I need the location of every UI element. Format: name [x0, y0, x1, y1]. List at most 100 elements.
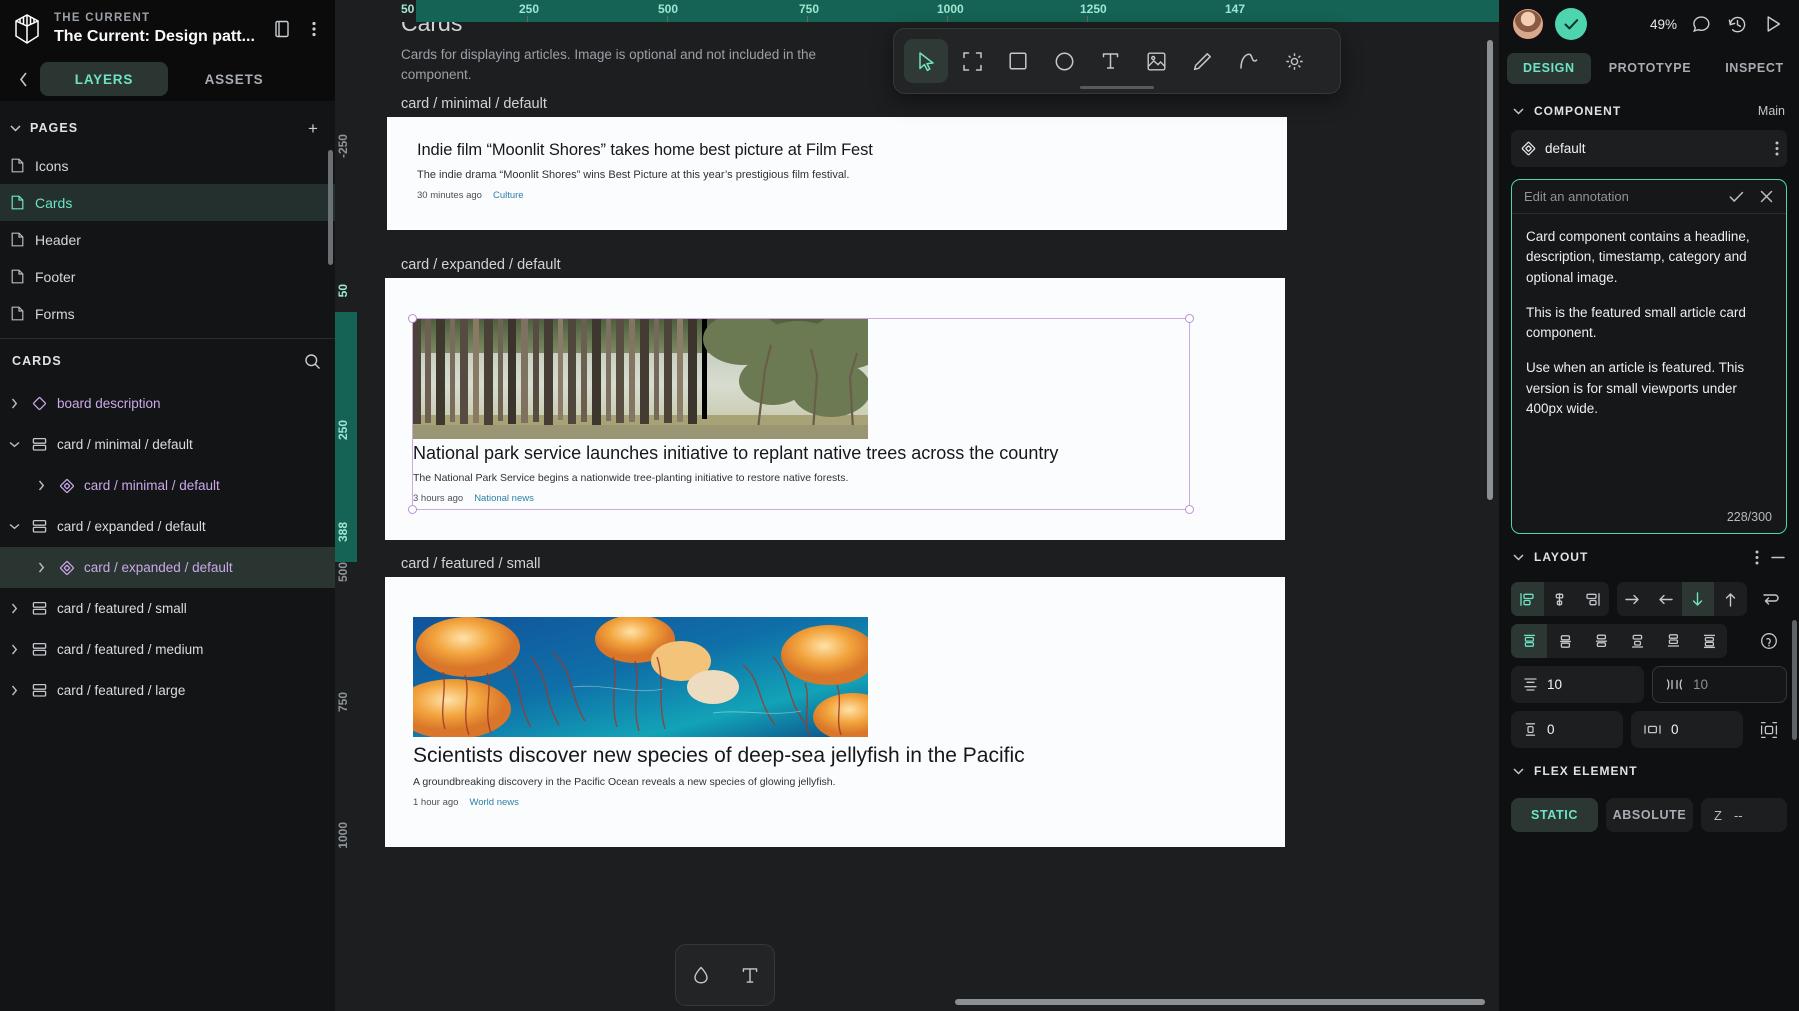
present-play-icon[interactable] — [1761, 12, 1785, 36]
canvas-viewport[interactable]: Cards Cards for displaying articles. Ima… — [335, 22, 1499, 1011]
page-item-forms[interactable]: Forms — [0, 295, 335, 332]
search-icon[interactable] — [301, 350, 323, 372]
direction-down-icon[interactable] — [1681, 582, 1714, 616]
direction-wrap-icon[interactable] — [1755, 582, 1788, 616]
back-chevron-icon[interactable] — [8, 63, 38, 95]
layer-expand-chevron-icon[interactable] — [33, 478, 49, 494]
align-center-icon[interactable] — [1544, 582, 1577, 616]
individual-padding-icon[interactable] — [1751, 713, 1787, 747]
z-index-field[interactable]: Z -- — [1701, 798, 1787, 832]
tab-design[interactable]: DESIGN — [1507, 52, 1591, 84]
position-absolute-button[interactable]: ABSOLUTE — [1606, 798, 1693, 832]
tab-layers[interactable]: LAYERS — [40, 62, 168, 96]
pen-tool-icon[interactable] — [1180, 39, 1224, 83]
text-tool-icon[interactable] — [1088, 39, 1132, 83]
annotation-textarea[interactable]: Card component contains a headline, desc… — [1512, 214, 1786, 510]
align-left-icon[interactable] — [1511, 582, 1544, 616]
distribute-top-icon[interactable] — [1511, 624, 1547, 658]
layer-expand-chevron-icon[interactable] — [33, 560, 49, 576]
layer-row[interactable]: card / featured / large — [0, 670, 335, 711]
chevron-down-icon[interactable] — [1509, 762, 1527, 780]
selection-handle-tl[interactable] — [408, 314, 417, 323]
direction-right-icon[interactable] — [1617, 582, 1650, 616]
toolbar-drag-handle[interactable] — [1080, 86, 1154, 89]
chevron-down-icon[interactable] — [6, 119, 24, 137]
left-panel-scrollbar[interactable] — [328, 150, 333, 265]
card-category[interactable]: World news — [469, 797, 518, 808]
layer-expand-chevron-icon[interactable] — [6, 437, 22, 453]
chevron-down-icon[interactable] — [1509, 548, 1527, 566]
distribute-packed-bottom-icon[interactable] — [1655, 624, 1691, 658]
floating-toolbar[interactable] — [893, 28, 1341, 94]
layer-expand-chevron-icon[interactable] — [6, 642, 22, 658]
artboard-card-minimal[interactable]: Indie film “Moonlit Shores” takes home b… — [387, 117, 1287, 230]
selection-handle-bl[interactable] — [408, 505, 417, 514]
artboard-card-featured[interactable]: Scientists discover new species of deep-… — [385, 577, 1285, 847]
artboard-card-expanded[interactable]: National park service launches initiativ… — [385, 278, 1285, 540]
canvas-horizontal-scrollbar[interactable] — [955, 999, 1485, 1005]
secondary-toolbar[interactable] — [675, 944, 775, 1006]
tab-inspect[interactable]: INSPECT — [1709, 53, 1799, 84]
chevron-down-icon[interactable] — [1509, 102, 1527, 120]
share-check-button[interactable] — [1555, 8, 1587, 40]
path-tool-icon[interactable] — [1226, 39, 1270, 83]
rectangle-tool-icon[interactable] — [996, 39, 1040, 83]
page-item-cards[interactable]: Cards — [0, 184, 335, 221]
page-item-icons[interactable]: Icons — [0, 147, 335, 184]
canvas-area[interactable]: 50 250 500 750 1000 1250 147 -250 50 250… — [335, 0, 1499, 1011]
selection-handle-tr[interactable] — [1185, 314, 1194, 323]
page-item-header[interactable]: Header — [0, 221, 335, 258]
avatar[interactable] — [1513, 9, 1543, 39]
layer-row[interactable]: card / featured / medium — [0, 629, 335, 670]
layout-remove-icon[interactable] — [1771, 556, 1785, 559]
component-more-icon[interactable] — [1775, 141, 1779, 156]
ellipse-tool-icon[interactable] — [1042, 39, 1086, 83]
comment-icon[interactable] — [1689, 12, 1713, 36]
image-tool-icon[interactable] — [1134, 39, 1178, 83]
app-logo-icon[interactable] — [10, 10, 44, 48]
history-icon[interactable] — [1725, 12, 1749, 36]
right-panel-scrollbar[interactable] — [1792, 620, 1797, 740]
layer-row[interactable]: card / minimal / default — [0, 465, 335, 506]
position-static-button[interactable]: STATIC — [1511, 798, 1598, 832]
vertical-ruler[interactable]: -250 50 250 388 500 750 1000 — [335, 22, 357, 1011]
layer-row[interactable]: card / featured / small — [0, 588, 335, 629]
vertical-gap-input[interactable]: 10 — [1511, 666, 1644, 703]
design-board[interactable]: Cards Cards for displaying articles. Ima… — [357, 22, 1287, 880]
move-tool-icon[interactable] — [904, 39, 948, 83]
distribute-baseline-icon[interactable] — [1691, 624, 1727, 658]
layer-row[interactable]: card / expanded / default — [0, 547, 335, 588]
annotation-confirm-icon[interactable] — [1726, 187, 1746, 207]
page-item-footer[interactable]: Footer — [0, 258, 335, 295]
selection-handle-br[interactable] — [1185, 505, 1194, 514]
layer-expand-chevron-icon[interactable] — [6, 396, 22, 412]
layer-row[interactable]: card / expanded / default — [0, 506, 335, 547]
distribute-space-between-icon[interactable] — [1619, 624, 1655, 658]
book-icon[interactable] — [269, 16, 295, 42]
layer-expand-chevron-icon[interactable] — [6, 601, 22, 617]
shape-tool-icon[interactable] — [683, 957, 719, 993]
horizontal-ruler[interactable]: 50 250 500 750 1000 1250 147 — [335, 0, 1499, 22]
layer-expand-chevron-icon[interactable] — [6, 519, 22, 535]
component-row[interactable]: default — [1511, 130, 1787, 167]
card-category[interactable]: National news — [474, 493, 534, 504]
layer-row[interactable]: card / minimal / default — [0, 424, 335, 465]
add-page-button[interactable]: + — [303, 118, 323, 138]
layer-expand-chevron-icon[interactable] — [6, 683, 22, 699]
more-options-icon[interactable] — [305, 16, 323, 42]
text-tool-icon[interactable] — [732, 957, 768, 993]
direction-up-icon[interactable] — [1714, 582, 1747, 616]
distribute-bottom-icon[interactable] — [1583, 624, 1619, 658]
layout-help-icon[interactable] — [1751, 624, 1787, 658]
annotation-close-icon[interactable] — [1756, 187, 1776, 207]
horizontal-padding-input[interactable]: 0 — [1631, 711, 1743, 748]
canvas-vertical-scrollbar[interactable] — [1487, 40, 1493, 500]
card-category[interactable]: Culture — [493, 190, 524, 201]
file-name[interactable]: The Current: Design patt... — [54, 28, 259, 46]
align-right-icon[interactable] — [1576, 582, 1609, 616]
plugins-tool-icon[interactable] — [1272, 39, 1316, 83]
direction-left-icon[interactable] — [1649, 582, 1682, 616]
tab-assets[interactable]: ASSETS — [170, 62, 298, 96]
distribute-middle-icon[interactable] — [1547, 624, 1583, 658]
tab-prototype[interactable]: PROTOTYPE — [1593, 53, 1708, 84]
